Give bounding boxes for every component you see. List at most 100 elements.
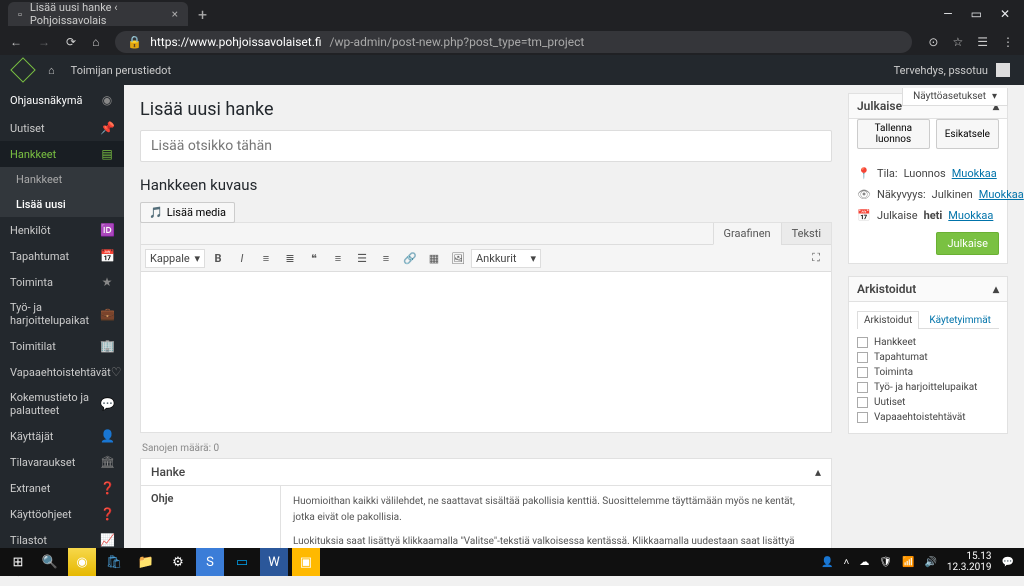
reload-icon[interactable]: ⟳ xyxy=(66,35,76,49)
close-window-icon[interactable]: ✕ xyxy=(1000,7,1010,21)
archived-tab-all[interactable]: Arkistoidut xyxy=(857,311,919,329)
preview-button[interactable]: Esikatsele xyxy=(936,119,999,149)
star-icon[interactable]: ☆ xyxy=(952,35,963,49)
sidebar-item-vapaaehtoistehtavat[interactable]: Vapaaehtoistehtävät♡ xyxy=(0,359,124,385)
fullscreen-button[interactable]: ⛶ xyxy=(805,247,827,269)
image-button[interactable]: 🖼 xyxy=(447,247,469,269)
archived-checkbox[interactable]: Vapaaehtoistehtävät xyxy=(857,410,999,425)
bold-button[interactable]: B xyxy=(207,247,229,269)
sidebar-item-uutiset[interactable]: Uutiset📌 xyxy=(0,115,124,141)
screen-options-toggle[interactable]: Näyttöasetukset▾ xyxy=(902,88,1008,106)
tab-visual[interactable]: Graafinen xyxy=(713,223,781,245)
taskbar-app[interactable]: S xyxy=(196,548,224,576)
edit-visibility-link[interactable]: Muokkaa xyxy=(979,188,1024,201)
dashboard-icon: ◉ xyxy=(100,93,114,107)
sidebar-sub-hankkeet[interactable]: Hankkeet xyxy=(0,167,124,192)
taskbar-app-chrome[interactable]: ◉ xyxy=(68,548,96,576)
greeting[interactable]: Tervehdys, pssotuu xyxy=(894,64,988,77)
sidebar-item-tilavaraukset[interactable]: Tilavaraukset🏛 xyxy=(0,449,124,475)
add-media-button[interactable]: 🎵 Lisää media xyxy=(140,202,235,223)
align-left-button[interactable]: ≡ xyxy=(327,247,349,269)
sidebar-item-toimitilat[interactable]: Toimitilat🏢 xyxy=(0,333,124,359)
save-draft-button[interactable]: Tallenna luonnos xyxy=(857,119,930,149)
align-right-button[interactable]: ≡ xyxy=(375,247,397,269)
windows-taskbar: ⊞ 🔍 ◉ 🛍 📁 ⚙ S ▭ W ▣ 👤 ˄ ☁ 🛡 📶 🔊 15.13 12… xyxy=(0,548,1024,576)
avatar[interactable] xyxy=(996,63,1010,77)
archived-tab-popular[interactable]: Käytetyimmät xyxy=(922,311,998,329)
forward-icon[interactable]: → xyxy=(38,35,50,49)
post-title-input[interactable] xyxy=(140,130,832,162)
edit-status-link[interactable]: Muokkaa xyxy=(952,167,997,180)
archived-checkbox[interactable]: Uutiset xyxy=(857,395,999,410)
bullet-list-button[interactable]: ≡ xyxy=(255,247,277,269)
sidebar-item-tapahtumat[interactable]: Tapahtumat📅 xyxy=(0,243,124,269)
list-icon: ▤ xyxy=(100,147,114,161)
sidebar-item-toiminta[interactable]: Toiminta★ xyxy=(0,269,124,295)
maximize-icon[interactable]: ▭ xyxy=(971,7,982,21)
taskbar-clock[interactable]: 15.13 12.3.2019 xyxy=(947,551,992,573)
tray-wifi-icon[interactable]: 📶 xyxy=(902,557,914,568)
sidebar-item-kokemustieto[interactable]: Kokemustieto ja palautteet💬 xyxy=(0,385,124,423)
search-icon[interactable]: ⊙ xyxy=(928,35,938,49)
new-tab-button[interactable]: + xyxy=(188,5,217,24)
sidebar-item-kayttajat[interactable]: Käyttäjät👤 xyxy=(0,423,124,449)
more-button[interactable]: ▦ xyxy=(423,247,445,269)
publish-panel: Julkaise▴ Tallenna luonnos Esikatsele 📍T… xyxy=(848,93,1008,264)
wp-logo[interactable] xyxy=(10,57,35,82)
browser-tab[interactable]: ▫ Lisää uusi hanke ‹ Pohjoissavolais × xyxy=(8,2,188,26)
briefcase-icon: 💼 xyxy=(100,307,114,321)
archived-checkbox[interactable]: Tapahtumat xyxy=(857,350,999,365)
menu-icon[interactable]: ⋮ xyxy=(1002,35,1014,49)
tray-notifications-icon[interactable]: 💬 xyxy=(1002,557,1014,568)
comment-icon: 💬 xyxy=(100,397,114,411)
archived-panel: Arkistoidut▴ Arkistoidut Käytetyimmät Ha… xyxy=(848,276,1008,434)
edit-schedule-link[interactable]: Muokkaa xyxy=(948,209,993,222)
archived-checkbox[interactable]: Työ- ja harjoittelupaikat xyxy=(857,380,999,395)
archived-panel-head[interactable]: Arkistoidut▴ xyxy=(849,277,1007,302)
extensions-icon[interactable]: ☰ xyxy=(977,35,988,49)
topbar-site-name[interactable]: Toimijan perustiedot xyxy=(71,64,171,77)
taskbar-app-word[interactable]: W xyxy=(260,548,288,576)
tab-text[interactable]: Teksti xyxy=(781,223,831,244)
hanke-panel-head[interactable]: Hanke▴ xyxy=(141,459,831,486)
start-button[interactable]: ⊞ xyxy=(4,548,32,576)
sidebar-item-hankkeet[interactable]: Hankkeet▤ xyxy=(0,141,124,167)
anchor-select[interactable]: Ankkurit▾ xyxy=(471,249,541,268)
archived-checkbox[interactable]: Hankkeet xyxy=(857,335,999,350)
tray-volume-icon[interactable]: 🔊 xyxy=(924,557,936,568)
taskbar-app-explorer[interactable]: 📁 xyxy=(132,548,160,576)
publish-button[interactable]: Julkaise xyxy=(936,232,999,255)
quote-button[interactable]: ❝ xyxy=(303,247,325,269)
search-button[interactable]: 🔍 xyxy=(36,548,64,576)
minimize-icon[interactable]: — xyxy=(943,7,952,21)
number-list-button[interactable]: ≣ xyxy=(279,247,301,269)
sidebar-item-dashboard[interactable]: Ohjausnäkymä◉ xyxy=(0,85,124,115)
sidebar-item-tyo[interactable]: Työ- ja harjoittelupaikat💼 xyxy=(0,295,124,333)
tray-onedrive-icon[interactable]: ☁ xyxy=(859,557,869,568)
home-icon[interactable]: ⌂ xyxy=(48,64,55,77)
italic-button[interactable]: I xyxy=(231,247,253,269)
tray-shield-icon[interactable]: 🛡 xyxy=(879,557,892,568)
taskbar-app[interactable]: ⚙ xyxy=(164,548,192,576)
tray-people-icon[interactable]: 👤 xyxy=(821,557,833,568)
close-icon[interactable]: × xyxy=(172,7,178,21)
back-icon[interactable]: ← xyxy=(10,35,22,49)
url-domain: https://www.pohjoissavolaiset.fi xyxy=(150,35,321,49)
taskbar-app[interactable]: ▭ xyxy=(228,548,256,576)
taskbar-app-store[interactable]: 🛍 xyxy=(100,548,128,576)
link-button[interactable]: 🔗 xyxy=(399,247,421,269)
home-icon[interactable]: ⌂ xyxy=(92,35,99,49)
sidebar-item-kayttoohjeet[interactable]: Käyttöohjeet❓ xyxy=(0,501,124,527)
archived-checkbox[interactable]: Toiminta xyxy=(857,365,999,380)
taskbar-app[interactable]: ▣ xyxy=(292,548,320,576)
sidebar-item-extranet[interactable]: Extranet❓ xyxy=(0,475,124,501)
address-bar[interactable]: 🔒 https://www.pohjoissavolaiset.fi/wp-ad… xyxy=(115,31,912,53)
tray-up-icon[interactable]: ˄ xyxy=(843,557,849,568)
sidebar-item-henkilot[interactable]: Henkilöt🆔 xyxy=(0,217,124,243)
sidebar-sub-lisaa-uusi[interactable]: Lisää uusi xyxy=(0,192,124,217)
pin-icon: 📌 xyxy=(100,121,114,135)
url-path: /wp-admin/post-new.php?post_type=tm_proj… xyxy=(330,35,585,49)
format-select[interactable]: Kappale▾ xyxy=(145,249,205,268)
editor-content[interactable] xyxy=(141,272,831,432)
align-center-button[interactable]: ☰ xyxy=(351,247,373,269)
